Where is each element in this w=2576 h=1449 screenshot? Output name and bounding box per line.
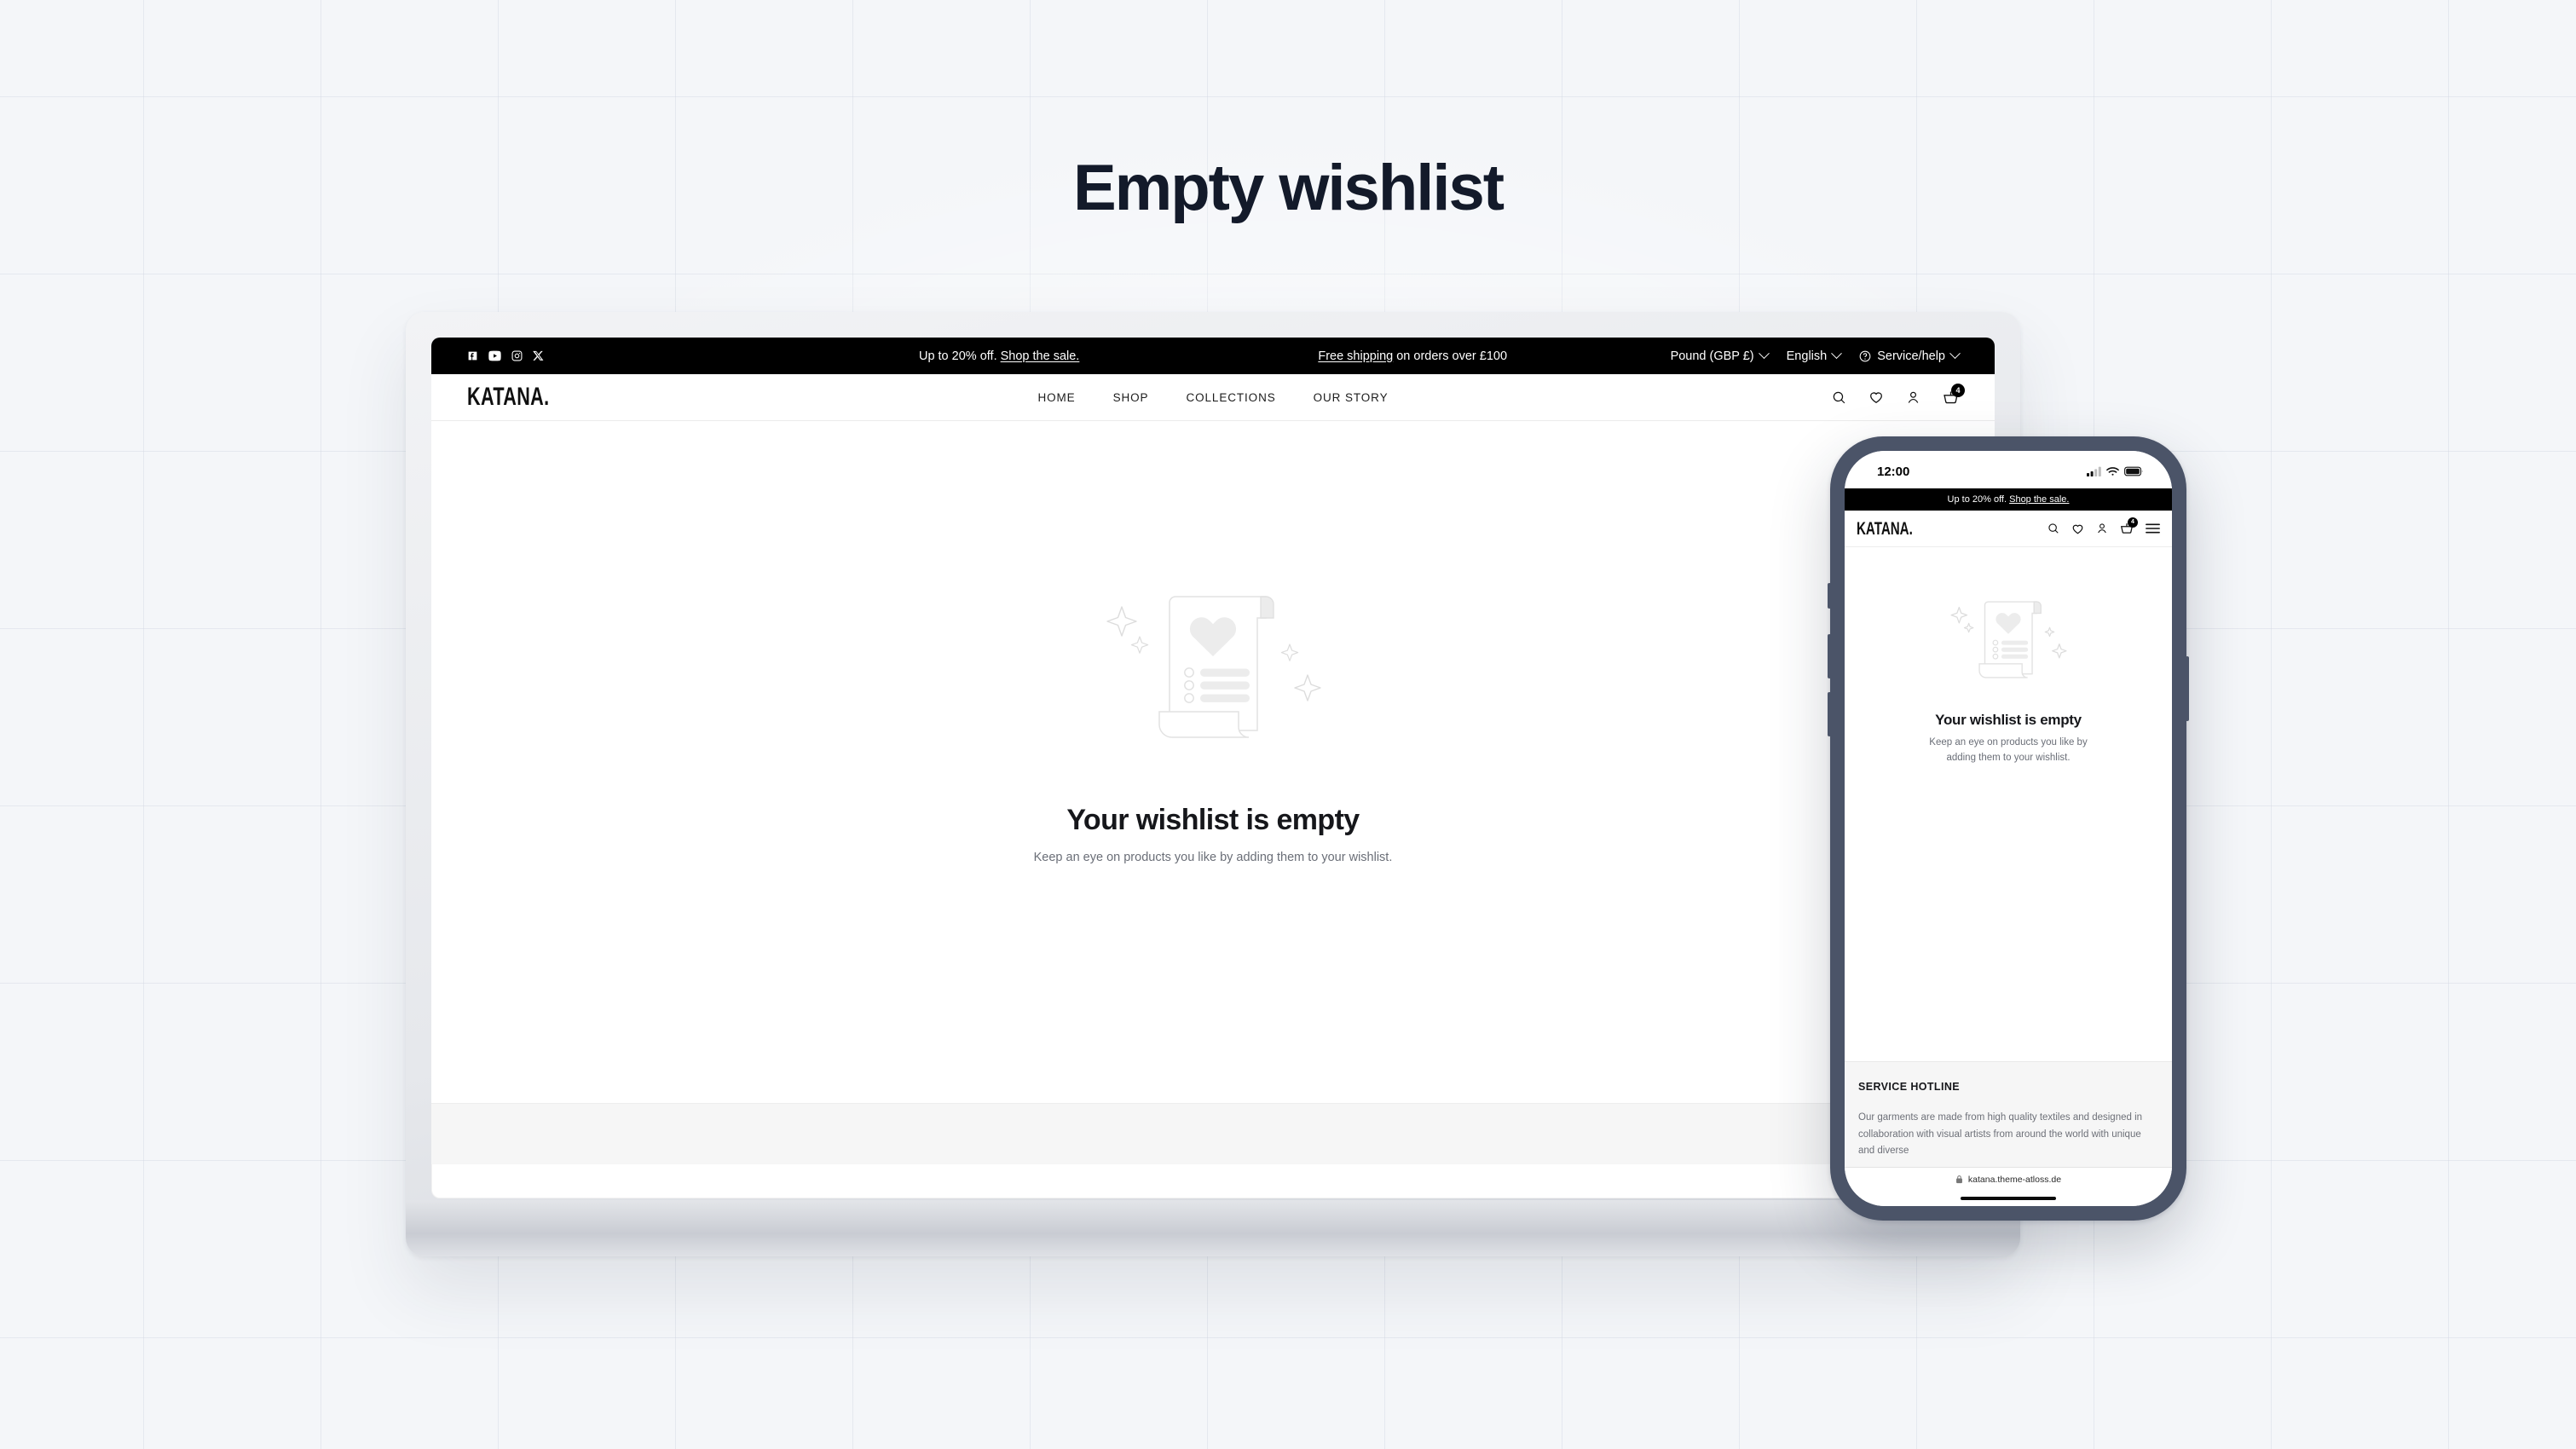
page-title: Empty wishlist (1072, 152, 1505, 224)
shop-the-sale-link[interactable]: Shop the sale. (1001, 349, 1080, 363)
home-indicator-bar (1961, 1197, 2056, 1200)
service-help-selector[interactable]: Service/help (1859, 348, 1961, 363)
desktop-base (406, 1200, 2020, 1256)
language-selector[interactable]: English (1787, 348, 1843, 363)
mobile-footer: SERVICE HOTLINE Our garments are made fr… (1845, 1061, 2172, 1167)
phone-screen: 12:00 Up to 20% off. Shop the sale. KATA… (1845, 451, 2172, 1206)
shipping-message: Free shipping on orders over £100 (1318, 349, 1508, 363)
mobile-header-icons: 4 (2048, 517, 2160, 535)
phone-frame: 12:00 Up to 20% off. Shop the sale. KATA… (1828, 436, 2189, 1221)
phone-volume-down-button[interactable] (1828, 692, 1831, 736)
site-header: KATANA. HOME SHOP COLLECTIONS OUR STORY (431, 374, 1995, 421)
browser-url-bar[interactable]: katana.theme-atloss.de (1845, 1167, 2172, 1191)
mobile-cart-count-badge: 4 (2128, 517, 2138, 528)
mobile-brand-logo[interactable]: KATANA. (1857, 520, 1913, 538)
battery-icon (2124, 466, 2143, 476)
status-indicators (2087, 466, 2143, 476)
wishlist-empty-state: Your wishlist is empty Keep an eye on pr… (431, 421, 1995, 1103)
chevron-down-icon (1949, 348, 1961, 360)
phone-volume-up-button[interactable] (1828, 634, 1831, 678)
desktop-footer-strip (431, 1103, 1995, 1164)
mobile-wishlist-heart-icon[interactable] (2071, 522, 2084, 535)
mobile-announcement-bar: Up to 20% off. Shop the sale. (1845, 488, 2172, 511)
mobile-account-person-icon[interactable] (2096, 522, 2108, 534)
mobile-footer-text: Our garments are made from high quality … (1858, 1112, 2143, 1157)
status-bar: 12:00 (1845, 451, 2172, 488)
wishlist-heart-icon[interactable] (1868, 390, 1884, 405)
announcement-selectors: Pound (GBP £) English Service/help (1671, 348, 1961, 363)
wishlist-scroll-illustration (1093, 585, 1333, 765)
wifi-icon (2106, 467, 2119, 476)
youtube-icon[interactable] (488, 350, 501, 361)
account-person-icon[interactable] (1906, 390, 1920, 405)
mobile-footer-title: SERVICE HOTLINE (1858, 1081, 1960, 1093)
home-indicator (1845, 1191, 2172, 1206)
header-icons: 4 (1832, 383, 1965, 406)
search-icon[interactable] (1832, 390, 1846, 405)
chevron-down-icon (1758, 348, 1770, 360)
status-time: 12:00 (1877, 464, 1910, 479)
nav-item-shop[interactable]: SHOP (1113, 391, 1149, 404)
mobile-header: KATANA. 4 (1845, 511, 2172, 547)
free-shipping-link[interactable]: Free shipping (1318, 349, 1393, 363)
social-links (467, 350, 544, 361)
nav-item-home[interactable]: HOME (1037, 391, 1075, 404)
mobile-wishlist-empty-state: Your wishlist is empty Keep an eye on pr… (1845, 547, 2172, 1061)
chevron-down-icon (1831, 348, 1843, 360)
empty-state-subtitle: Keep an eye on products you like by addi… (1033, 851, 1393, 864)
hamburger-menu-icon[interactable] (2146, 522, 2160, 534)
phone-mute-button[interactable] (1828, 583, 1831, 609)
cart-basket-icon[interactable]: 4 (1943, 383, 1965, 406)
cart-count-badge: 4 (1951, 383, 1965, 397)
currency-selector[interactable]: Pound (GBP £) (1671, 348, 1770, 363)
announcement-bar: Up to 20% off. Shop the sale. Free shipp… (431, 338, 1995, 374)
mobile-shop-the-sale-link[interactable]: Shop the sale. (2009, 494, 2069, 505)
question-circle-icon (1859, 350, 1871, 361)
x-icon[interactable] (533, 350, 544, 361)
promo-message: Up to 20% off. Shop the sale. (918, 349, 1080, 363)
nav-item-our-story[interactable]: OUR STORY (1314, 391, 1389, 404)
mobile-empty-state-title: Your wishlist is empty (1935, 712, 2082, 728)
main-navigation: HOME SHOP COLLECTIONS OUR STORY (431, 391, 1995, 404)
empty-state-title: Your wishlist is empty (1066, 804, 1360, 836)
mobile-wishlist-scroll-illustration (1944, 595, 2073, 695)
instagram-icon[interactable] (511, 350, 523, 361)
phone-power-button[interactable] (2186, 656, 2189, 721)
url-text: katana.theme-atloss.de (1967, 1174, 2062, 1185)
mobile-promo-message: Up to 20% off. Shop the sale. (1947, 494, 2070, 505)
lock-icon (1955, 1175, 1962, 1184)
mobile-cart-basket-icon[interactable]: 4 (2120, 517, 2138, 535)
mobile-search-icon[interactable] (2048, 522, 2059, 534)
cellular-signal-icon (2087, 466, 2101, 476)
desktop-screen: Up to 20% off. Shop the sale. Free shipp… (431, 338, 1995, 1198)
desktop-mockup: Up to 20% off. Shop the sale. Free shipp… (406, 312, 2020, 1256)
mobile-empty-state-subtitle: Keep an eye on products you like by addi… (1929, 737, 2088, 763)
phone-mockup: 12:00 Up to 20% off. Shop the sale. KATA… (1828, 436, 2189, 1221)
nav-item-collections[interactable]: COLLECTIONS (1186, 391, 1275, 404)
facebook-icon[interactable] (467, 350, 478, 361)
